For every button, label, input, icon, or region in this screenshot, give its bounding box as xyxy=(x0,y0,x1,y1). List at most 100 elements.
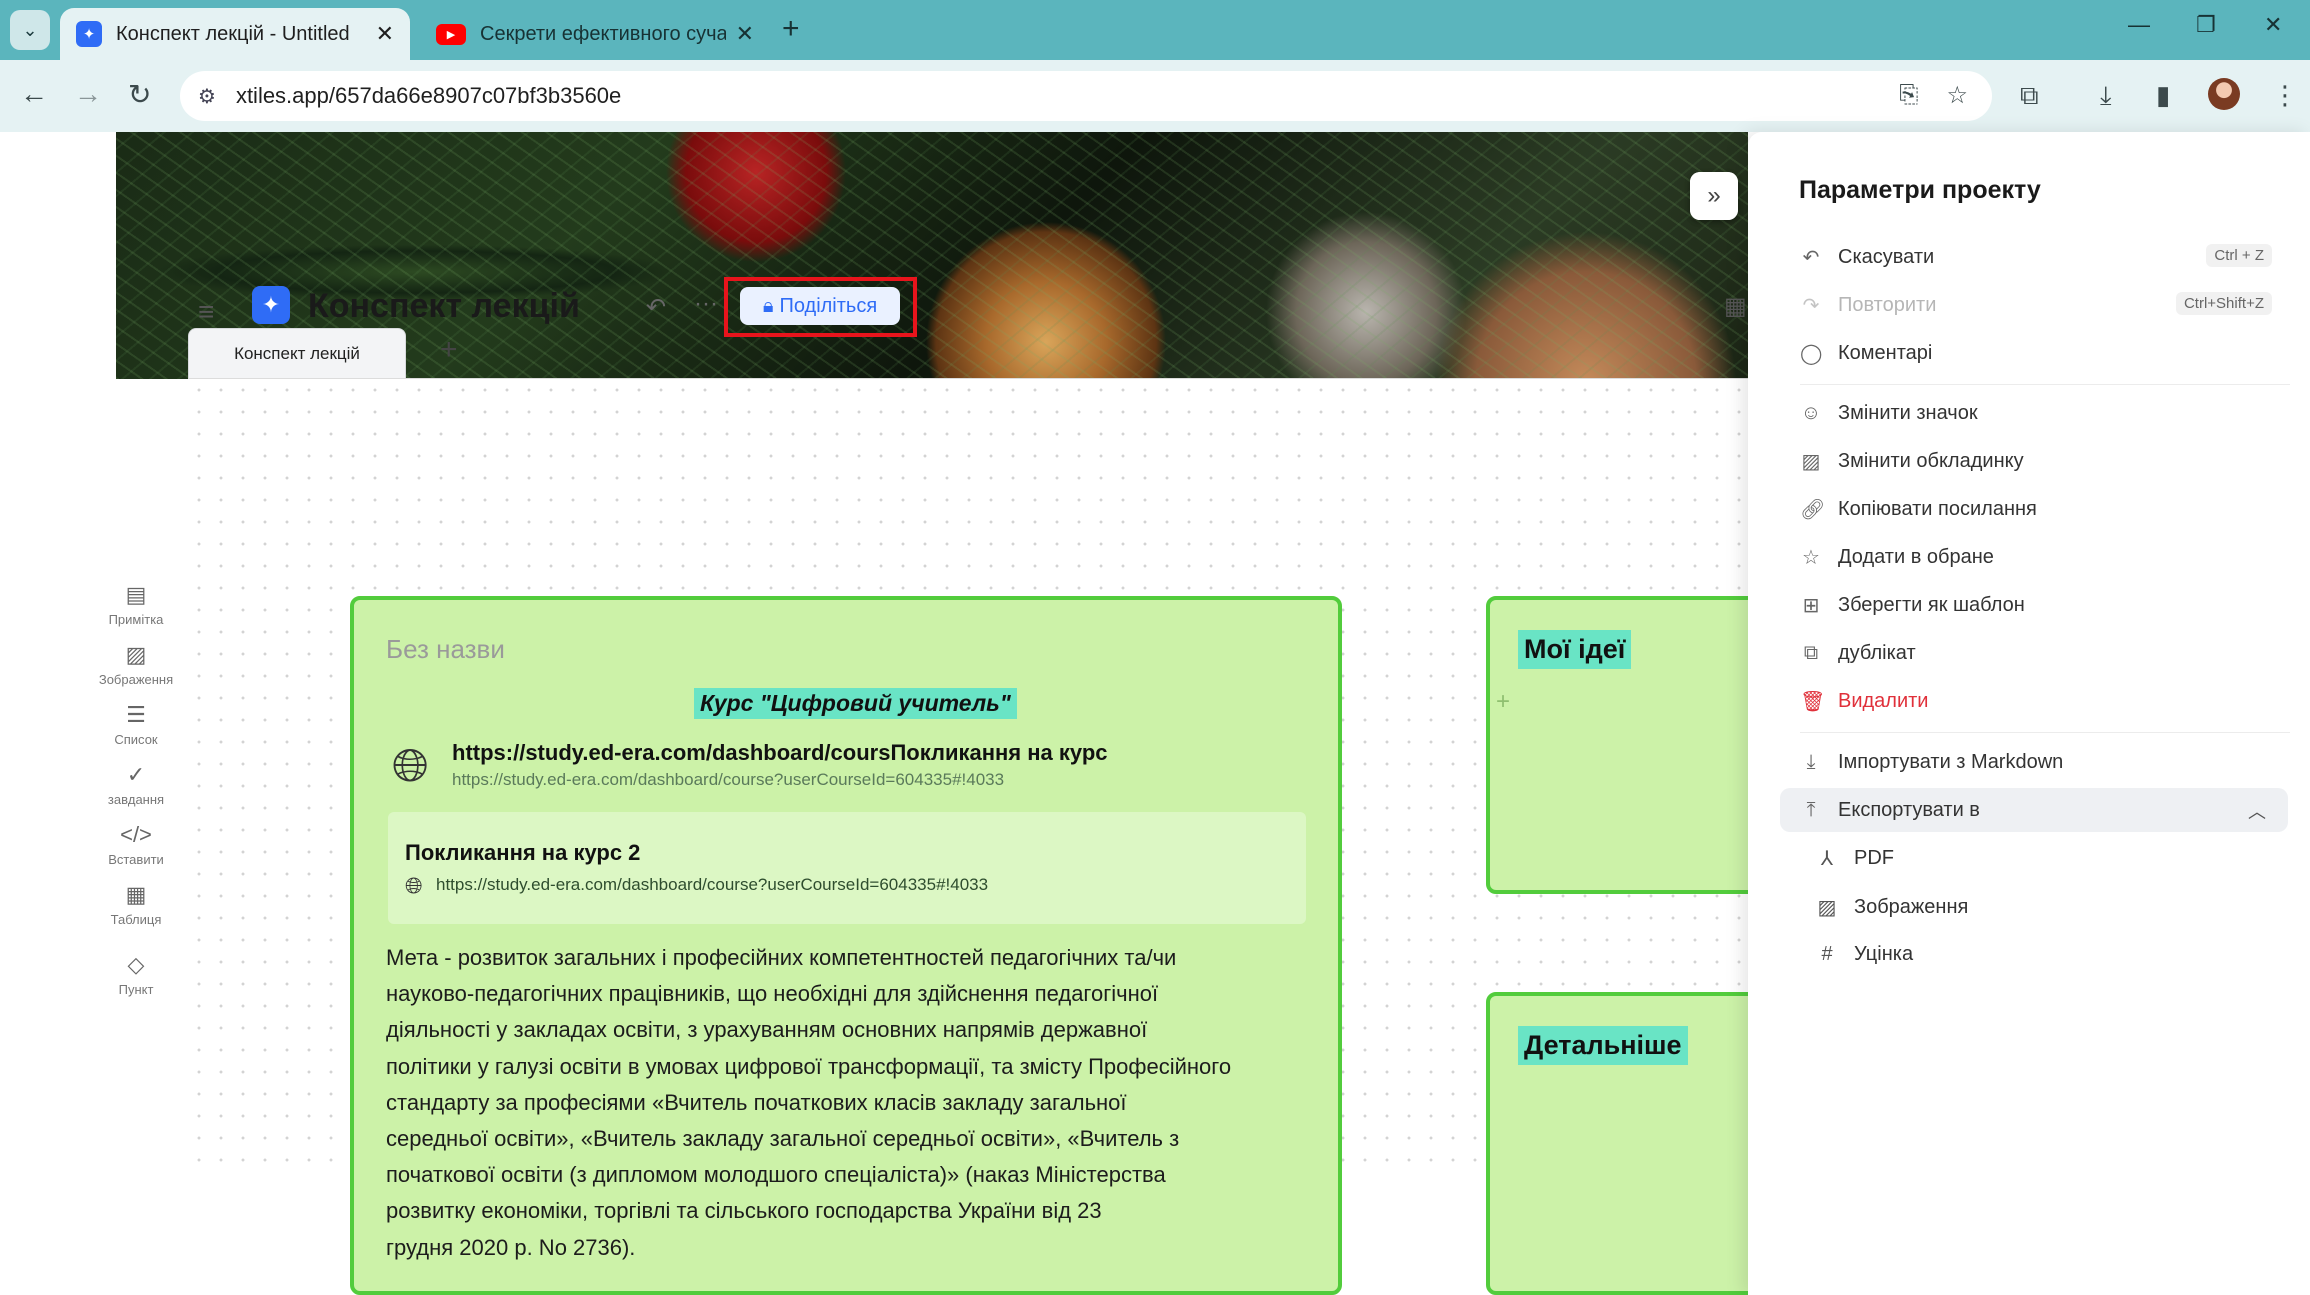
profile-avatar[interactable] xyxy=(2208,78,2240,110)
menu-item-label: Змінити значок xyxy=(1838,401,1978,424)
undo-icon: ↶ xyxy=(1802,246,1820,269)
menu-item-duplicate[interactable]: ⧉ дублікат xyxy=(1780,631,2288,675)
browser-tab[interactable]: ▶ Секрети ефективного сучасно ✕ xyxy=(420,8,770,60)
new-tab-icon[interactable]: + xyxy=(782,12,800,46)
import-icon: ⤓ xyxy=(1806,750,1816,773)
embed-title[interactable]: Покликання на курс 2 xyxy=(405,840,640,866)
menu-item-label: Видалити xyxy=(1838,689,1929,712)
side-panel-icon[interactable]: ▮ xyxy=(2156,80,2170,111)
reload-icon[interactable]: ↻ xyxy=(128,78,151,111)
tool-task[interactable]: ✓ завдання xyxy=(86,762,186,807)
tab-search-icon[interactable]: ⌄ xyxy=(10,10,50,50)
list-icon: ☰ xyxy=(126,702,146,727)
restore-icon[interactable]: ❐ xyxy=(2196,12,2216,38)
tool-label: Список xyxy=(114,732,158,747)
note-icon: ▤ xyxy=(125,582,147,607)
tool-image[interactable]: ▨ Зображення xyxy=(86,642,186,687)
tool-point[interactable]: ◇ Пункт xyxy=(86,952,186,997)
link-embed-block[interactable] xyxy=(388,812,1306,924)
card-title-placeholder[interactable]: Без назви xyxy=(386,634,505,665)
hamburger-menu-icon[interactable]: ≡ xyxy=(198,296,214,328)
page-tab[interactable]: Конспект лекцій xyxy=(188,328,406,378)
table-icon: ▦ xyxy=(125,882,147,907)
export-option-label: Зображення xyxy=(1854,895,1969,918)
menu-item-delete[interactable]: 🗑︎ Видалити xyxy=(1780,679,2288,723)
youtube-favicon-icon: ▶ xyxy=(436,23,466,45)
body-line: розвитку економіки, торгівлі та сільсько… xyxy=(386,1198,1102,1224)
add-page-icon[interactable]: + xyxy=(440,333,458,367)
tab-close-icon[interactable]: ✕ xyxy=(736,21,754,47)
forward-icon[interactable]: → xyxy=(74,78,102,110)
body-line: політики у галузі освіти в умовах цифров… xyxy=(386,1053,1232,1079)
menu-item-copy-link[interactable]: 🔗︎ Копіювати посилання xyxy=(1780,487,2288,531)
tool-note[interactable]: ▤ Примітка xyxy=(86,582,186,627)
link-title[interactable]: https://study.ed-era.com/dashboard/cours… xyxy=(452,740,1108,766)
menu-item-export[interactable]: ⤒ Експортувати в ︿ xyxy=(1780,788,2288,832)
menu-item-label: дублікат xyxy=(1838,641,1916,664)
tool-label: Пункт xyxy=(118,982,154,997)
menu-item-label: Додати в обране xyxy=(1838,545,1994,568)
url-text: xtiles.app/657da66e8907c07bf3b3560e xyxy=(235,83,622,108)
project-logo-icon[interactable]: ✦ xyxy=(252,286,290,324)
card-body-text: Мета - розвиток загальних і професійних … xyxy=(386,940,1316,1266)
collapse-panel-icon[interactable]: » xyxy=(1690,172,1738,220)
point-icon: ◇ xyxy=(127,952,145,977)
address-bar[interactable]: ⚙ xtiles.app/657da66e8907c07bf3b3560e ⎘ … xyxy=(180,71,1992,121)
shortcut-badge: Ctrl + Z xyxy=(2206,244,2272,267)
download-icon[interactable]: ⤓ xyxy=(2100,80,2112,112)
image-icon: ▨ xyxy=(1817,896,1837,919)
export-option-image[interactable]: ▨ Зображення xyxy=(1816,887,1969,927)
more-icon[interactable]: ··· xyxy=(694,290,718,318)
add-icon[interactable]: + xyxy=(1496,688,1510,716)
menu-item-redo[interactable]: ↷ Повторити Ctrl+Shift+Z xyxy=(1780,283,2288,327)
extensions-icon[interactable]: ⧉ xyxy=(2020,80,2039,112)
tool-label: Вставити xyxy=(108,852,164,867)
share-label: Поділіться xyxy=(779,294,878,317)
back-icon[interactable]: ← xyxy=(20,78,48,110)
calendar-icon[interactable]: ▦ xyxy=(1724,292,1747,321)
tab-close-icon[interactable]: ✕ xyxy=(376,21,394,47)
undo-icon[interactable]: ↶ xyxy=(646,293,666,322)
bookmark-star-icon[interactable]: ☆ xyxy=(1946,81,1968,110)
body-line: грудня 2020 р. No 2736). xyxy=(386,1234,636,1260)
tool-label: Зображення xyxy=(98,672,174,687)
panel-title: Параметри проекту xyxy=(1799,176,2041,204)
menu-item-change-cover[interactable]: ▨ Змінити обкладинку xyxy=(1780,439,2288,483)
menu-item-comments[interactable]: ◯ Коментарі xyxy=(1780,331,2288,375)
project-title[interactable]: Конспект лекцій xyxy=(308,287,580,326)
body-line: Мета - розвиток загальних і професійних … xyxy=(386,945,1177,970)
menu-item-label: Експортувати в xyxy=(1838,798,1980,821)
site-settings-icon[interactable]: ⚙ xyxy=(198,84,216,109)
menu-item-save-template[interactable]: ⊞ Зберегти як шаблон xyxy=(1780,583,2288,627)
menu-item-undo[interactable]: ↶ Скасувати Ctrl + Z xyxy=(1780,235,2288,279)
menu-item-label: Копіювати посилання xyxy=(1838,497,2037,520)
export-option-pdf[interactable]: ⅄ PDF xyxy=(1816,838,1894,878)
menu-item-label: Змінити обкладинку xyxy=(1838,449,2024,472)
browser-tab-active[interactable]: ✦ Конспект лекцій - Untitled ✕ xyxy=(60,8,410,60)
tool-embed[interactable]: </> Вставити xyxy=(86,822,186,867)
task-icon: ✓ xyxy=(126,762,146,787)
menu-item-favorite[interactable]: ☆ Додати в обране xyxy=(1780,535,2288,579)
trash-icon: 🗑︎ xyxy=(1800,690,1826,713)
share-button[interactable]: 🔒︎ Поділіться xyxy=(740,287,900,325)
shortcut-badge: Ctrl+Shift+Z xyxy=(2175,292,2272,315)
duplicate-icon: ⧉ xyxy=(1803,641,1819,664)
export-option-markdown[interactable]: # Уцінка xyxy=(1816,934,1913,974)
tool-label: завдання xyxy=(107,792,165,807)
link-url[interactable]: https://study.ed-era.com/dashboard/cours… xyxy=(452,770,1004,790)
left-toolbox: ▤ Примітка ▨ Зображення ☰ Список ✓ завда… xyxy=(86,432,186,997)
body-line: стандарту за професіями «Вчитель початко… xyxy=(386,1089,1127,1115)
menu-item-label: Коментарі xyxy=(1838,341,1933,364)
embed-url[interactable]: https://study.ed-era.com/dashboard/cours… xyxy=(436,875,988,895)
translate-icon[interactable]: ⎘ xyxy=(1899,81,1918,110)
tool-list[interactable]: ☰ Список xyxy=(86,702,186,747)
browser-menu-icon[interactable]: ⋮ xyxy=(2272,80,2298,111)
tool-table[interactable]: ▦ Таблиця xyxy=(86,882,186,927)
menu-item-import-markdown[interactable]: ⤓ Імпортувати з Markdown xyxy=(1780,740,2288,784)
minimize-icon[interactable]: — xyxy=(2128,12,2150,38)
menu-item-change-icon[interactable]: ☺ Змінити значок xyxy=(1780,391,2288,435)
export-option-label: Уцінка xyxy=(1854,942,1914,965)
code-icon: </> xyxy=(120,822,152,847)
link-icon: 🔗︎ xyxy=(1800,498,1826,521)
window-close-icon[interactable]: ✕ xyxy=(2264,12,2282,38)
